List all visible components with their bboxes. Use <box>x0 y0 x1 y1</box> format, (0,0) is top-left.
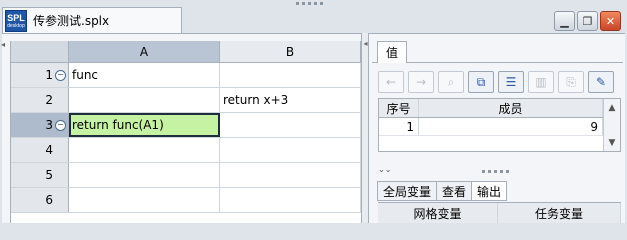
restore-button[interactable]: ❐ <box>577 11 598 31</box>
grid-row: 5 <box>11 163 361 188</box>
panel-divider[interactable]: ⌄⌄ <box>372 165 623 177</box>
grid-corner[interactable] <box>11 41 69 62</box>
grid-row: 2 return x+3 <box>11 88 361 113</box>
column-header-row: A B <box>11 41 361 63</box>
tab-value[interactable]: 值 <box>377 41 407 63</box>
logo-text: SPL <box>7 12 25 23</box>
row-number: 2 <box>45 93 53 107</box>
collapse-icon[interactable]: − <box>55 119 66 131</box>
expand-left-icon[interactable]: ◂ <box>1 40 5 49</box>
cell-a5[interactable] <box>69 163 220 187</box>
scroll-down-icon[interactable]: ▼ <box>604 134 620 151</box>
variable-grid-header: 网格变量 任务变量 <box>378 202 621 223</box>
grid-row: 4 <box>11 138 361 163</box>
scroll-up-icon[interactable]: ▲ <box>604 99 620 116</box>
cell-b5[interactable] <box>220 163 361 187</box>
minimize-button[interactable]: ▁ <box>554 11 575 31</box>
collapse-down-icon[interactable]: ⌄⌄ <box>378 165 391 174</box>
window-controls: ▁ ❐ ✕ <box>554 11 621 31</box>
export-icon[interactable]: ⎘ <box>558 71 584 93</box>
header-index[interactable]: 序号 <box>379 99 419 117</box>
value-table-scrollbar[interactable]: ▲ ▼ <box>603 99 620 151</box>
cell-a3[interactable]: return func(A1) <box>69 113 220 137</box>
cell-b2[interactable]: return x+3 <box>220 88 361 112</box>
copy-icon[interactable]: ⧉ <box>468 71 494 93</box>
table-view-icon[interactable]: ☰ <box>498 71 524 93</box>
grid-row: 1 − func <box>11 63 361 88</box>
panel-splitter[interactable]: ◂ <box>361 33 369 223</box>
row-number: 3 <box>45 118 53 132</box>
value-table-header: 序号 成员 <box>379 99 620 118</box>
grid-row: 3 − return func(A1) <box>11 113 361 138</box>
row-header[interactable]: 5 <box>11 163 69 187</box>
left-dock-edge[interactable]: ◂ <box>0 40 10 223</box>
search-icon[interactable]: ⌕ <box>438 71 464 93</box>
cell-a6[interactable] <box>69 188 220 212</box>
row-member: 9 <box>419 118 603 135</box>
undo-icon[interactable]: ← <box>378 71 404 93</box>
document-tab[interactable]: SPL desktop 传参测试.splx <box>2 7 182 33</box>
column-header-b[interactable]: B <box>220 41 361 62</box>
cell-b6[interactable] <box>220 188 361 212</box>
row-header[interactable]: 1 − <box>11 63 69 87</box>
bottom-tabs: 全局变量 查看 输出 <box>377 181 508 201</box>
row-header[interactable]: 6 <box>11 188 69 212</box>
row-header[interactable]: 4 <box>11 138 69 162</box>
cell-b3[interactable] <box>220 113 361 137</box>
header-grid-vars[interactable]: 网格变量 <box>378 203 498 223</box>
value-table: 序号 成员 1 9 ▲ ▼ <box>378 98 621 152</box>
cell-grid: A B 1 − func 2 return x+3 3 − return fun… <box>10 41 361 223</box>
row-header[interactable]: 2 <box>11 88 69 112</box>
chart-icon[interactable]: ▥ <box>528 71 554 93</box>
row-number: 4 <box>45 143 53 157</box>
cell-a4[interactable] <box>69 138 220 162</box>
value-toolbar: ← → ⌕ ⧉ ☰ ▥ ⎘ ✎ <box>378 71 614 93</box>
top-drag-grip[interactable] <box>296 2 330 6</box>
logo-subtext: desktop <box>7 22 25 29</box>
document-title: 传参测试.splx <box>33 14 110 28</box>
spl-logo: SPL desktop <box>5 9 27 32</box>
close-button[interactable]: ✕ <box>600 11 621 31</box>
column-header-a[interactable]: A <box>69 41 220 62</box>
tab-output[interactable]: 输出 <box>471 181 508 201</box>
tab-view[interactable]: 查看 <box>436 181 472 201</box>
grid-row: 6 <box>11 188 361 213</box>
row-number: 1 <box>45 68 53 82</box>
collapse-icon[interactable]: − <box>55 69 66 81</box>
cell-b1[interactable] <box>220 63 361 87</box>
header-task-vars[interactable]: 任务变量 <box>498 203 621 223</box>
drag-grip[interactable] <box>482 170 509 173</box>
row-number: 6 <box>45 193 53 207</box>
row-number: 5 <box>45 168 53 182</box>
row-header[interactable]: 3 − <box>11 113 69 137</box>
cell-a2[interactable] <box>69 88 220 112</box>
pin-icon[interactable]: ✎ <box>588 71 614 93</box>
tab-global-vars[interactable]: 全局变量 <box>377 181 437 201</box>
cell-a1[interactable]: func <box>69 63 220 87</box>
row-index: 1 <box>379 118 419 135</box>
cell-b4[interactable] <box>220 138 361 162</box>
table-row[interactable]: 1 9 <box>379 118 620 136</box>
collapse-right-icon[interactable]: ◂ <box>362 39 369 48</box>
header-member[interactable]: 成员 <box>419 99 603 117</box>
redo-icon[interactable]: → <box>408 71 434 93</box>
